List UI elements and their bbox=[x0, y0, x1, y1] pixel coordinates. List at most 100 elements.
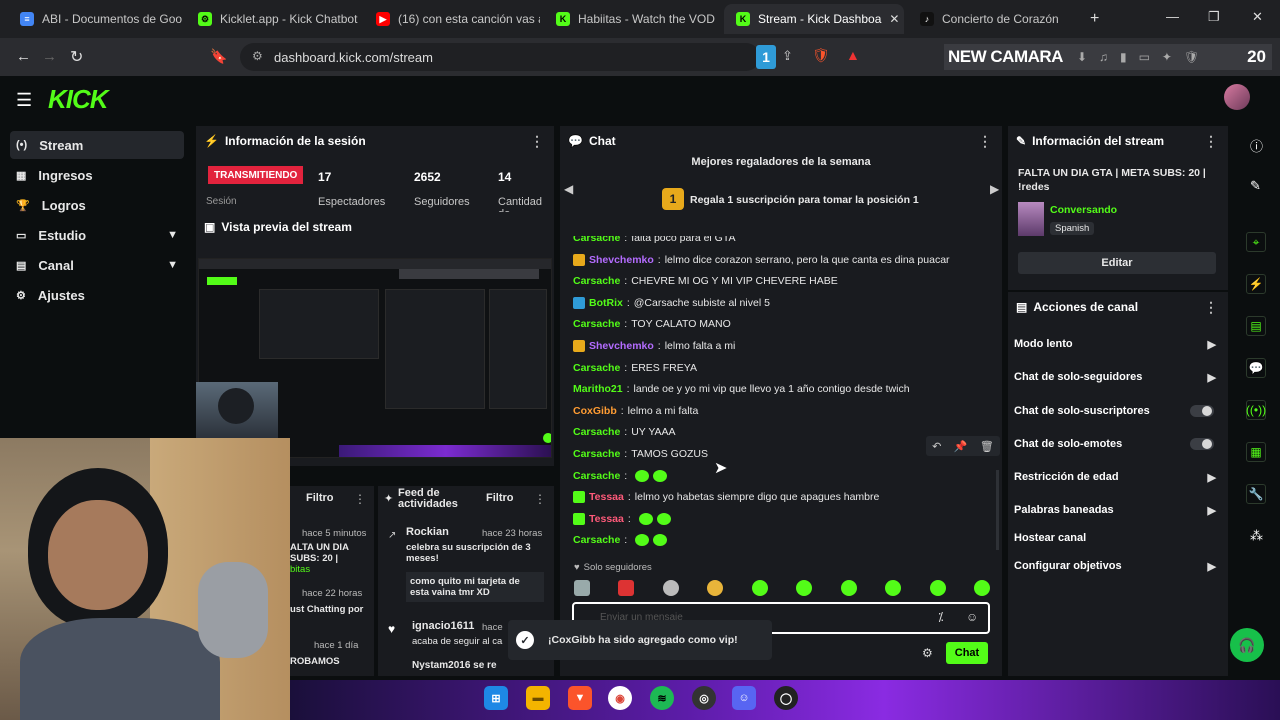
pencil-icon[interactable]: ✎ bbox=[1250, 178, 1261, 194]
emote-icon[interactable] bbox=[885, 580, 902, 596]
spotify-icon[interactable]: ≋ bbox=[650, 686, 674, 710]
more-options-icon[interactable]: ⋮ bbox=[534, 492, 546, 506]
more-options-icon[interactable]: ⋮ bbox=[1204, 133, 1218, 150]
rewards-icon[interactable]: ▲ bbox=[846, 47, 860, 63]
wrench-icon[interactable]: 🔧 bbox=[1246, 484, 1266, 504]
chat-username[interactable]: Carsache bbox=[573, 318, 620, 330]
chat-message[interactable]: Carsache: bbox=[573, 532, 668, 548]
back-icon[interactable]: ← bbox=[16, 48, 31, 65]
gift-prompt[interactable]: Regala 1 suscripción para tomar la posic… bbox=[690, 194, 919, 206]
chat-settings-icon[interactable]: ⚙ bbox=[922, 646, 933, 660]
browser-tab-stream[interactable]: K Stream - Kick Dashboa ✕ bbox=[724, 4, 904, 34]
chat-message[interactable]: BotRix: @Carsache subiste al nivel 5 bbox=[573, 295, 770, 311]
chat-message[interactable]: Shevchemko: lelmo dice corazon serrano, p… bbox=[573, 252, 950, 268]
chevron-right-icon[interactable]: ▶ bbox=[990, 182, 999, 196]
action-slow-mode[interactable]: Modo lento ▶ bbox=[1014, 334, 1224, 354]
discord-icon[interactable]: ☺ bbox=[732, 686, 756, 710]
action-emotes-only[interactable]: Chat de solo-emotes bbox=[1014, 434, 1224, 454]
sidebar-item-ajustes[interactable]: ⚙ Ajustes bbox=[10, 281, 184, 309]
smiley-icon[interactable]: ☺ bbox=[966, 610, 978, 624]
forward-icon[interactable]: → bbox=[42, 48, 57, 65]
new-tab-icon[interactable]: + bbox=[1090, 10, 1099, 28]
emote-icon[interactable] bbox=[929, 580, 946, 596]
action-age-restriction[interactable]: Restricción de edad ▶ bbox=[1014, 467, 1224, 487]
emote-icon[interactable] bbox=[973, 580, 990, 596]
brave-browser-icon[interactable]: ▼ bbox=[568, 686, 592, 710]
emote-icon[interactable] bbox=[796, 580, 813, 596]
emote-icon[interactable] bbox=[618, 580, 635, 596]
browser-tab-tiktok[interactable]: ♪ Concierto de Corazón bbox=[908, 4, 1078, 34]
brave-shield-icon[interactable]: 🛡 bbox=[812, 47, 830, 64]
reload-icon[interactable]: ↻ bbox=[70, 47, 83, 67]
chrome-icon[interactable]: ◉ bbox=[608, 686, 632, 710]
emote-icon[interactable] bbox=[707, 580, 724, 596]
url-field[interactable]: ⚙ dashboard.kick.com/stream bbox=[240, 43, 760, 71]
action-followers-only[interactable]: Chat de solo-seguidores ▶ bbox=[1014, 367, 1224, 387]
more-options-icon[interactable]: ⋮ bbox=[530, 133, 544, 150]
chat-message[interactable]: Carsache: falta poco para el GTA bbox=[573, 236, 735, 246]
feed-user[interactable]: Rockian bbox=[406, 526, 449, 538]
chat-username[interactable]: Shevchemko bbox=[589, 254, 654, 266]
chat-username[interactable]: Shevchemko bbox=[589, 340, 654, 352]
streaming-app-icon[interactable]: ◯ bbox=[774, 686, 798, 710]
file-explorer-icon[interactable]: ▬ bbox=[526, 686, 550, 710]
emote-icon[interactable] bbox=[574, 580, 590, 596]
more-options-icon[interactable]: ⋮ bbox=[1204, 299, 1218, 316]
chat-message[interactable]: Carsache: UY YAAA bbox=[573, 424, 676, 440]
share-icon[interactable]: ⇪ bbox=[782, 48, 793, 64]
emote-icon[interactable] bbox=[840, 580, 857, 596]
feed-user[interactable]: Nystam2016 se re bbox=[412, 660, 497, 671]
emotes-only-toggle[interactable] bbox=[1190, 438, 1214, 450]
more-options-icon[interactable]: ⋮ bbox=[978, 133, 992, 150]
chat-message[interactable]: Carsache: TAMOS GOZUS bbox=[573, 446, 708, 462]
feed-user[interactable]: ignacio1611 bbox=[412, 620, 474, 632]
chevron-left-icon[interactable]: ◀ bbox=[564, 182, 573, 196]
edit-stream-button[interactable]: Editar bbox=[1018, 252, 1216, 274]
chat-username[interactable]: Carsache bbox=[573, 362, 620, 374]
more-options-icon[interactable]: ⋮ bbox=[354, 492, 366, 506]
chat-username[interactable]: Tessaa bbox=[589, 513, 624, 525]
action-host-channel[interactable]: Hostear canal bbox=[1014, 528, 1224, 548]
site-info-icon[interactable]: ⚙ bbox=[252, 49, 263, 63]
chat-scrollbar[interactable] bbox=[996, 470, 999, 550]
filter-button[interactable]: Filtro bbox=[486, 492, 514, 504]
emote-icon[interactable] bbox=[751, 580, 768, 596]
chat-message[interactable]: Carsache: TOY CALATO MANO bbox=[573, 316, 731, 332]
chat-username[interactable]: Carsache bbox=[573, 470, 620, 482]
windows-start-icon[interactable]: ⊞ bbox=[484, 686, 508, 710]
sidebar-item-estudio[interactable]: ▭ Estudio ▼ bbox=[10, 221, 184, 249]
nodes-icon[interactable]: ⁂ bbox=[1250, 528, 1263, 544]
crosshair-icon[interactable]: ⌖ bbox=[1246, 232, 1266, 252]
broadcast-icon[interactable]: ((•)) bbox=[1246, 400, 1266, 420]
stream-category[interactable]: Conversando bbox=[1050, 204, 1117, 216]
chat-username[interactable]: Tessaa bbox=[589, 491, 624, 503]
bookmark-icon[interactable]: 🔖 bbox=[210, 48, 227, 65]
reply-icon[interactable]: ↶ bbox=[932, 440, 941, 453]
info-icon[interactable]: ⓘ bbox=[1250, 136, 1263, 155]
chat-message[interactable]: Shevchemko: lelmo falta a mi bbox=[573, 338, 735, 354]
close-tab-icon[interactable]: ✕ bbox=[889, 12, 899, 26]
action-subscribers-only[interactable]: Chat de solo-suscriptores bbox=[1014, 401, 1224, 421]
chat-username[interactable]: Carsache bbox=[573, 275, 620, 287]
chat-message[interactable]: CoxGibb: lelmo a mi falta bbox=[573, 403, 698, 419]
chat-message[interactable]: Carsache: ERES FREYA bbox=[573, 360, 697, 376]
action-configure-goals[interactable]: Configurar objetivos ▶ bbox=[1014, 556, 1224, 576]
sidebar-item-ingresos[interactable]: ▦ Ingresos bbox=[10, 161, 184, 189]
chat-username[interactable]: Maritho21 bbox=[573, 383, 623, 395]
avatar[interactable] bbox=[1224, 84, 1250, 110]
send-chat-button[interactable]: Chat bbox=[946, 642, 988, 664]
chat-message[interactable]: Carsache: CHEVRE MI OG Y MI VIP CHEVERE H… bbox=[573, 273, 838, 289]
toolbar-icons[interactable]: ⬇♫▮▭✦🛡 bbox=[1077, 50, 1211, 64]
sidebar-item-canal[interactable]: ▤ Canal ▼ bbox=[10, 251, 184, 279]
chat-username[interactable]: Carsache bbox=[573, 534, 620, 546]
chat-username[interactable]: CoxGibb bbox=[573, 405, 617, 417]
filter-button[interactable]: Filtro bbox=[306, 492, 334, 504]
lightning-icon[interactable]: ⚡ bbox=[1246, 274, 1266, 294]
emote-icon[interactable] bbox=[662, 580, 679, 596]
extension-badge[interactable]: 1 bbox=[756, 45, 776, 69]
hamburger-menu-icon[interactable]: ☰ bbox=[16, 90, 32, 111]
subscribers-only-toggle[interactable] bbox=[1190, 405, 1214, 417]
kick-logo[interactable]: KICK bbox=[48, 84, 109, 115]
pin-icon[interactable]: 📌 bbox=[954, 440, 968, 453]
chat-message[interactable]: Tessaa: bbox=[573, 511, 671, 527]
